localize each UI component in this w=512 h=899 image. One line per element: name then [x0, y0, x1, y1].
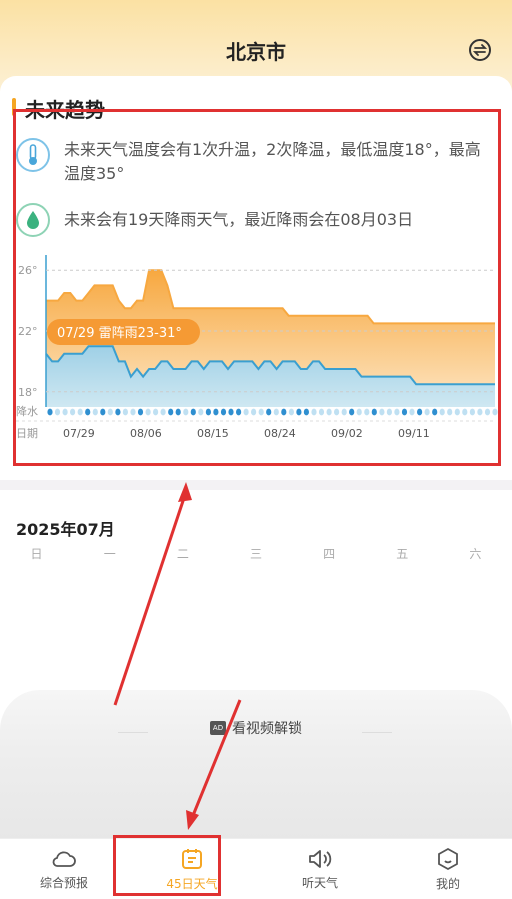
weekday-label: 三: [249, 547, 262, 561]
weekday-label: 二: [176, 547, 189, 561]
bottom-nav: 综合预报 45日天气 听天气 我的: [0, 838, 512, 899]
nav-item-profile[interactable]: 我的: [384, 839, 512, 899]
speaker-icon: [309, 849, 332, 868]
weekday-label: 四: [323, 547, 336, 561]
weekday-label: 五: [396, 547, 409, 561]
unlock-video-button[interactable]: AD 看视频解锁: [0, 718, 512, 738]
cloud-icon: [52, 851, 76, 867]
nav-item-forecast[interactable]: 综合预报: [0, 839, 128, 899]
nav-item-listen[interactable]: 听天气: [256, 839, 384, 899]
weekday-label: 日: [30, 547, 43, 561]
calendar-month-title: 2025年07月: [16, 520, 115, 539]
unlock-label: 看视频解锁: [232, 721, 302, 737]
nav-label: 听天气: [301, 875, 338, 890]
locked-content-blur: [0, 690, 512, 840]
weekday-label: 一: [103, 547, 116, 561]
highlight-box-nav: [113, 835, 221, 896]
nav-label: 我的: [435, 876, 460, 891]
profile-icon: [438, 847, 458, 870]
ad-icon: AD: [210, 721, 226, 735]
weekday-label: 六: [469, 547, 482, 561]
nav-label: 综合预报: [39, 875, 88, 890]
city-title[interactable]: 北京市: [0, 36, 512, 65]
switch-city-icon[interactable]: [469, 39, 491, 61]
weekday-header: 日 一 二 三 四 五 六: [0, 545, 512, 562]
highlight-box-trend: [13, 109, 501, 466]
